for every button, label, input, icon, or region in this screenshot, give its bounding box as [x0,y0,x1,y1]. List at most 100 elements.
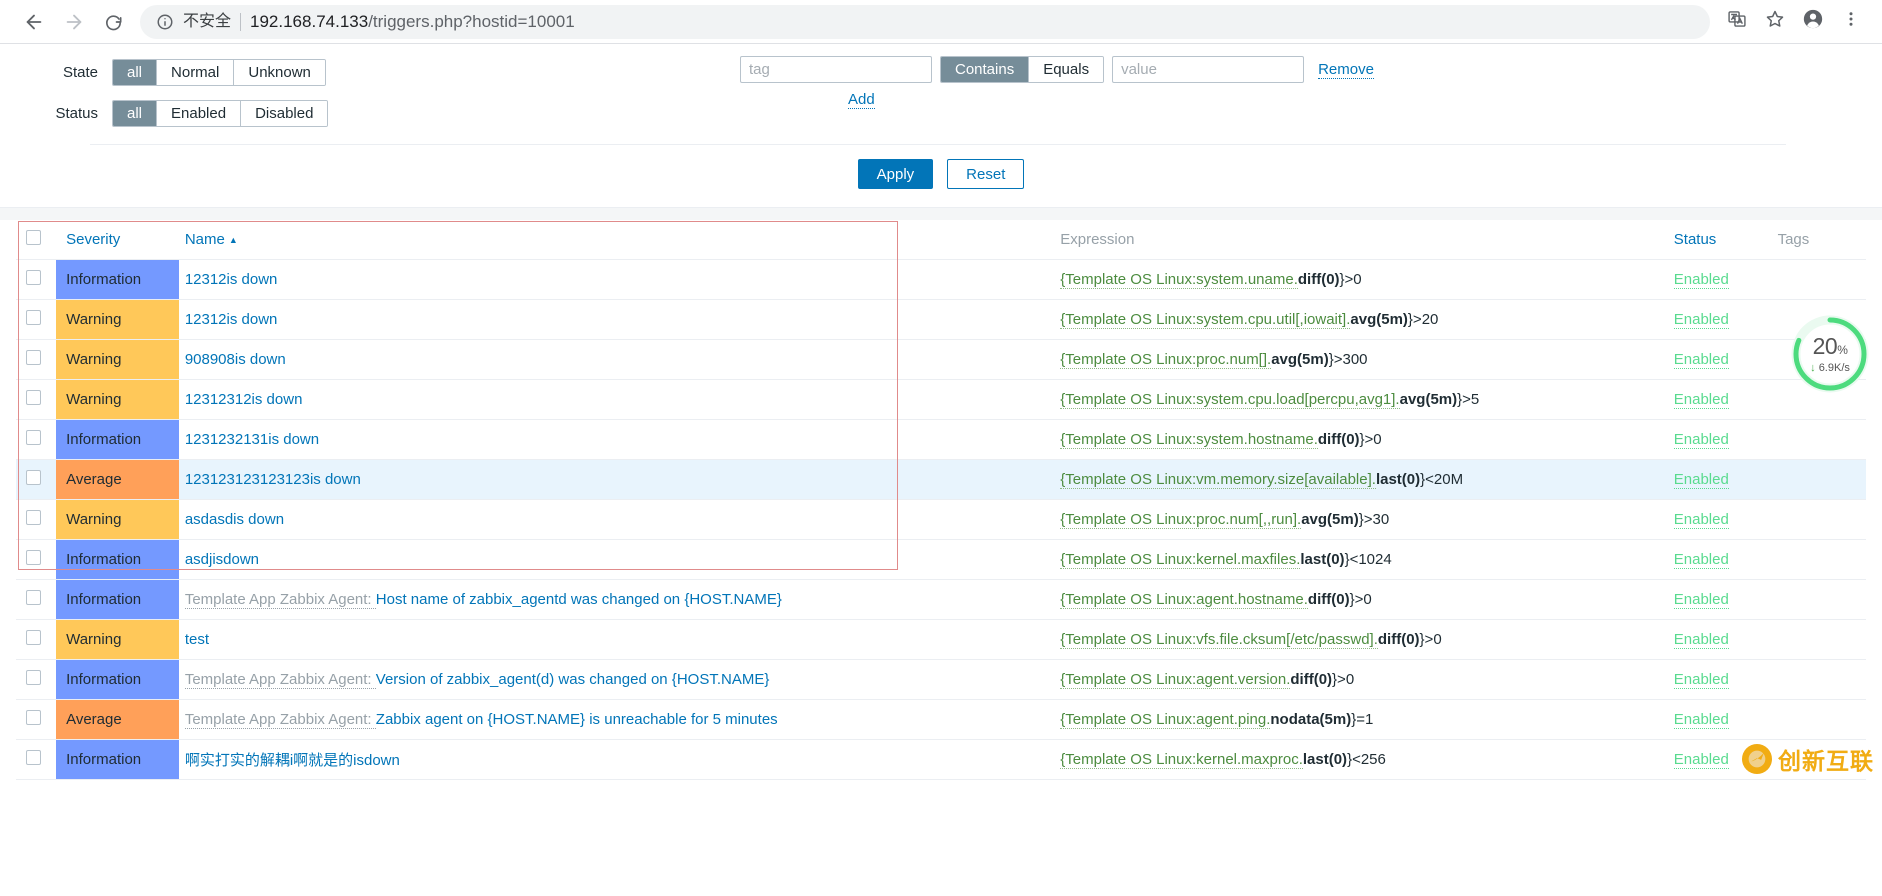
expression-item-link[interactable]: {Template OS Linux:system.cpu.util[,iowa… [1060,311,1351,329]
status-option-enabled[interactable]: Enabled [157,101,242,126]
expression-item-link[interactable]: {Template OS Linux:kernel.maxfiles. [1060,551,1301,569]
tags-cell [1771,659,1866,700]
expression-item-link[interactable]: {Template OS Linux:vfs.file.cksum[/etc/p… [1060,631,1378,649]
forward-button[interactable] [54,2,94,42]
status-badge[interactable]: Enabled [1673,631,1729,649]
status-badge[interactable]: Enabled [1673,511,1729,529]
select-all-checkbox[interactable] [26,230,41,245]
trigger-name-link[interactable]: 1231232131is down [185,431,319,448]
trigger-name-link[interactable]: Host name of zabbix_agentd was changed o… [376,591,782,608]
status-badge[interactable]: Enabled [1673,751,1729,769]
row-checkbox[interactable] [26,270,41,285]
row-checkbox[interactable] [26,390,41,405]
expression-tail: }>0 [1339,271,1362,288]
state-option-all[interactable]: all [113,60,158,85]
trigger-name-link[interactable]: Zabbix agent on {HOST.NAME} is unreachab… [376,711,778,728]
status-badge[interactable]: Enabled [1673,591,1729,609]
tag-operator-contains[interactable]: Contains [941,57,1030,82]
expression-item-link[interactable]: {Template OS Linux:proc.num[]. [1060,351,1272,369]
status-badge[interactable]: Enabled [1673,671,1729,689]
status-option-disabled[interactable]: Disabled [241,101,328,126]
expression-item-link[interactable]: {Template OS Linux:agent.version. [1060,671,1291,689]
apply-button[interactable]: Apply [857,159,934,189]
row-checkbox[interactable] [26,550,41,565]
browser-menu-button[interactable] [1834,5,1868,39]
reset-button[interactable]: Reset [947,159,1025,189]
row-checkbox[interactable] [26,710,41,725]
row-select-cell [16,659,57,700]
row-checkbox[interactable] [26,630,41,645]
trigger-template-prefix[interactable]: Template App Zabbix Agent: [184,711,376,729]
row-select-cell [16,339,57,380]
tag-operator-equals[interactable]: Equals [1029,57,1104,82]
expression-item-link[interactable]: {Template OS Linux:kernel.maxproc. [1060,751,1303,769]
status-badge[interactable]: Enabled [1673,391,1729,409]
translate-button[interactable] [1720,5,1754,39]
trigger-name-link[interactable]: 12312is down [185,271,278,288]
url-text[interactable]: 192.168.74.133/triggers.php?hostid=10001 [250,12,575,32]
expression-item-link[interactable]: {Template OS Linux:proc.num[,,run]. [1060,511,1302,529]
address-bar[interactable]: 不安全 192.168.74.133/triggers.php?hostid=1… [140,4,1710,39]
status-radio-group[interactable]: all Enabled Disabled [112,100,329,127]
row-checkbox[interactable] [26,670,41,685]
trigger-name-link[interactable]: asdjisdown [185,551,259,568]
tag-remove-link[interactable]: Remove [1318,61,1374,79]
back-button[interactable] [14,2,54,42]
severity-badge: Information [56,580,179,619]
trigger-name-link[interactable]: 12312is down [185,311,278,328]
severity-cell: Information [56,739,179,780]
bookmark-button[interactable] [1758,5,1792,39]
row-checkbox[interactable] [26,350,41,365]
tag-add-link[interactable]: Add [848,91,875,109]
header-status[interactable]: Status [1667,220,1772,260]
row-checkbox[interactable] [26,310,41,325]
trigger-name-link[interactable]: 908908is down [185,351,286,368]
trigger-name-link[interactable]: 123123123123123is down [185,471,361,488]
status-badge[interactable]: Enabled [1673,271,1729,289]
state-radio-group[interactable]: all Normal Unknown [112,59,326,86]
table-row: Information 啊实打实的解耦i啊就是的isdown {Template O… [16,739,1866,780]
expression-cell: {Template OS Linux:agent.hostname.diff(0… [1054,579,1668,620]
expression-item-link[interactable]: {Template OS Linux:vm.memory.size[availa… [1060,471,1376,489]
expression-item-link[interactable]: {Template OS Linux:system.cpu.load[percp… [1060,391,1400,409]
expression-item-link[interactable]: {Template OS Linux:system.uname. [1060,271,1298,289]
expression-item-link[interactable]: {Template OS Linux:system.hostname. [1060,431,1318,449]
network-speed-widget[interactable]: 20% ↓ 6.9K/s [1788,312,1872,396]
row-checkbox[interactable] [26,470,41,485]
status-badge[interactable]: Enabled [1673,551,1729,569]
row-checkbox[interactable] [26,590,41,605]
status-badge[interactable]: Enabled [1673,711,1729,729]
trigger-template-prefix[interactable]: Template App Zabbix Agent: [184,671,376,689]
expression-item-link[interactable]: {Template OS Linux:agent.ping. [1060,711,1271,729]
trigger-template-prefix[interactable]: Template App Zabbix Agent: [184,591,376,609]
state-option-unknown[interactable]: Unknown [234,60,325,85]
trigger-name-link[interactable]: 12312312is down [185,391,303,408]
trigger-name-link[interactable]: asdasdis down [185,511,284,528]
expression-tail: }<1024 [1344,551,1392,568]
severity-cell: Information [56,539,179,580]
forward-arrow-icon [63,11,85,33]
status-badge[interactable]: Enabled [1673,431,1729,449]
status-option-all[interactable]: all [113,101,158,126]
row-checkbox[interactable] [26,510,41,525]
filter-status-label: Status [55,105,98,122]
row-checkbox[interactable] [26,430,41,445]
trigger-name-link[interactable]: 啊实打实的解耦i啊就是的isdown [185,752,400,769]
status-badge[interactable]: Enabled [1673,311,1729,329]
trigger-name-link[interactable]: Version of zabbix_agent(d) was changed o… [376,671,770,688]
row-checkbox[interactable] [26,750,41,765]
status-badge[interactable]: Enabled [1673,351,1729,369]
header-name[interactable]: Name ▲ [178,220,1055,260]
info-circle-icon[interactable] [156,13,174,31]
status-badge[interactable]: Enabled [1673,471,1729,489]
header-severity[interactable]: Severity [56,220,179,260]
toolbar-actions [1720,5,1868,39]
reload-button[interactable] [94,2,134,42]
tag-name-input[interactable] [740,56,932,83]
profile-button[interactable] [1796,5,1830,39]
tag-value-input[interactable] [1112,56,1305,83]
state-option-normal[interactable]: Normal [157,60,235,85]
expression-item-link[interactable]: {Template OS Linux:agent.hostname. [1060,591,1308,609]
trigger-name-link[interactable]: test [185,631,209,648]
tag-operator-group[interactable]: Contains Equals [940,56,1105,83]
